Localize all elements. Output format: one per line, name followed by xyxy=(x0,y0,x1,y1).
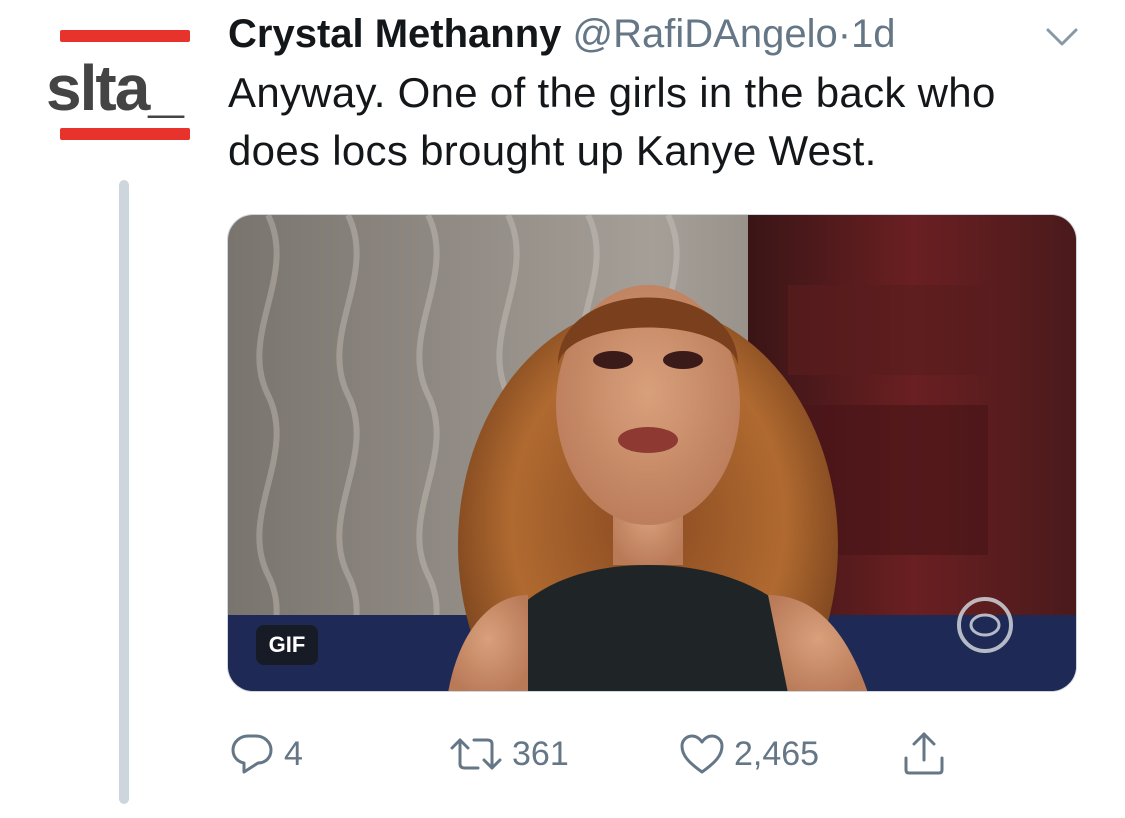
heart-icon xyxy=(680,734,724,774)
retweet-button[interactable]: 361 xyxy=(448,728,569,780)
author-name[interactable]: Crystal Methanny xyxy=(228,12,561,56)
avatar-logo-text: slta_ xyxy=(46,52,184,124)
avatar-logo-bar-bottom xyxy=(60,128,190,140)
tweet[interactable]: slta_ Crystal Methanny @RafiDAngelo·1d A… xyxy=(0,0,1125,818)
tweet-header: Crystal Methanny @RafiDAngelo·1d xyxy=(228,10,896,58)
share-button[interactable] xyxy=(900,728,948,780)
chevron-down-icon[interactable] xyxy=(1040,22,1084,52)
avatar[interactable]: slta_ xyxy=(40,22,210,152)
tweet-actions: 4 361 2,465 xyxy=(228,728,988,780)
author-handle[interactable]: @RafiDAngelo xyxy=(573,12,838,56)
thread-line xyxy=(119,180,129,804)
tweet-timestamp[interactable]: 1d xyxy=(851,12,896,56)
retweet-icon xyxy=(450,738,502,770)
separator-dot: · xyxy=(837,12,852,56)
retweet-count: 361 xyxy=(512,734,569,773)
reply-button[interactable]: 4 xyxy=(228,728,303,780)
tweet-media-gif[interactable]: GIF xyxy=(227,214,1077,692)
share-icon xyxy=(904,732,944,775)
gif-badge: GIF xyxy=(256,625,318,665)
reply-icon xyxy=(231,734,273,774)
like-button[interactable]: 2,465 xyxy=(678,728,819,780)
tweet-text: Anyway. One of the girls in the back who… xyxy=(228,69,996,174)
avatar-logo-bar-top xyxy=(60,30,190,42)
gif-still-image xyxy=(228,215,1076,691)
like-count: 2,465 xyxy=(734,734,820,773)
reply-count: 4 xyxy=(284,734,303,773)
